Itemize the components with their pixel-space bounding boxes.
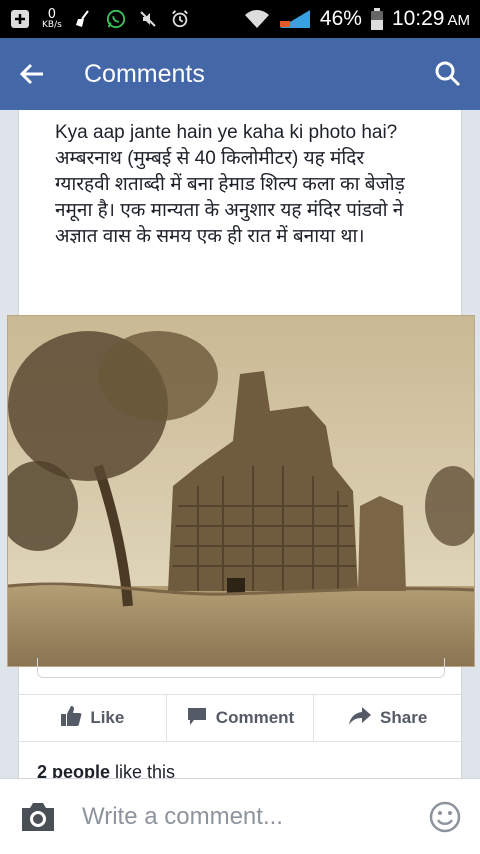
whatsapp-icon bbox=[106, 9, 126, 29]
signal-icon bbox=[278, 9, 312, 29]
comment-label: Comment bbox=[215, 708, 295, 727]
clock: 10:29 AM bbox=[391, 7, 470, 30]
broom-icon bbox=[74, 9, 94, 29]
photo-frame bbox=[37, 658, 445, 678]
comment-composer bbox=[0, 778, 480, 854]
action-bar: Like Comment Share bbox=[19, 694, 461, 742]
page-title: Comments bbox=[84, 59, 205, 88]
emoji-icon[interactable] bbox=[428, 800, 462, 834]
back-arrow-icon[interactable] bbox=[16, 58, 48, 90]
comment-input[interactable] bbox=[82, 802, 402, 831]
wifi-icon bbox=[244, 9, 270, 29]
add-notification-icon bbox=[10, 9, 30, 29]
battery-percent: 46% bbox=[319, 7, 362, 30]
comment-bubble-icon bbox=[186, 705, 208, 732]
share-arrow-icon bbox=[348, 705, 372, 732]
thumbs-up-icon bbox=[60, 705, 82, 732]
comment-button[interactable]: Comment bbox=[165, 695, 314, 741]
alarm-icon bbox=[170, 9, 190, 29]
share-button[interactable]: Share bbox=[313, 695, 461, 741]
post-text: Kya aap jante hain ye kaha ki photo hai?… bbox=[55, 120, 415, 250]
post-photo[interactable] bbox=[0, 315, 480, 667]
post-text-question: Kya aap jante hain ye kaha ki photo hai? bbox=[55, 122, 398, 143]
battery-icon bbox=[370, 8, 384, 30]
post-text-hindi: अम्बरनाथ (मुम्बई से 40 किलोमीटर) यह मंदि… bbox=[55, 148, 405, 247]
share-label: Share bbox=[380, 708, 428, 727]
mute-icon bbox=[138, 9, 158, 29]
status-bar: 0 KB/s 46% 10:29 AM bbox=[0, 0, 480, 38]
camera-icon[interactable] bbox=[18, 799, 58, 835]
like-button[interactable]: Like bbox=[19, 695, 166, 741]
search-icon[interactable] bbox=[432, 58, 464, 90]
like-label: Like bbox=[90, 708, 125, 727]
app-bar: Comments bbox=[0, 38, 480, 110]
post-card: Kya aap jante hain ye kaha ki photo hai?… bbox=[0, 110, 480, 790]
net-speed: 0 KB/s bbox=[42, 6, 62, 30]
